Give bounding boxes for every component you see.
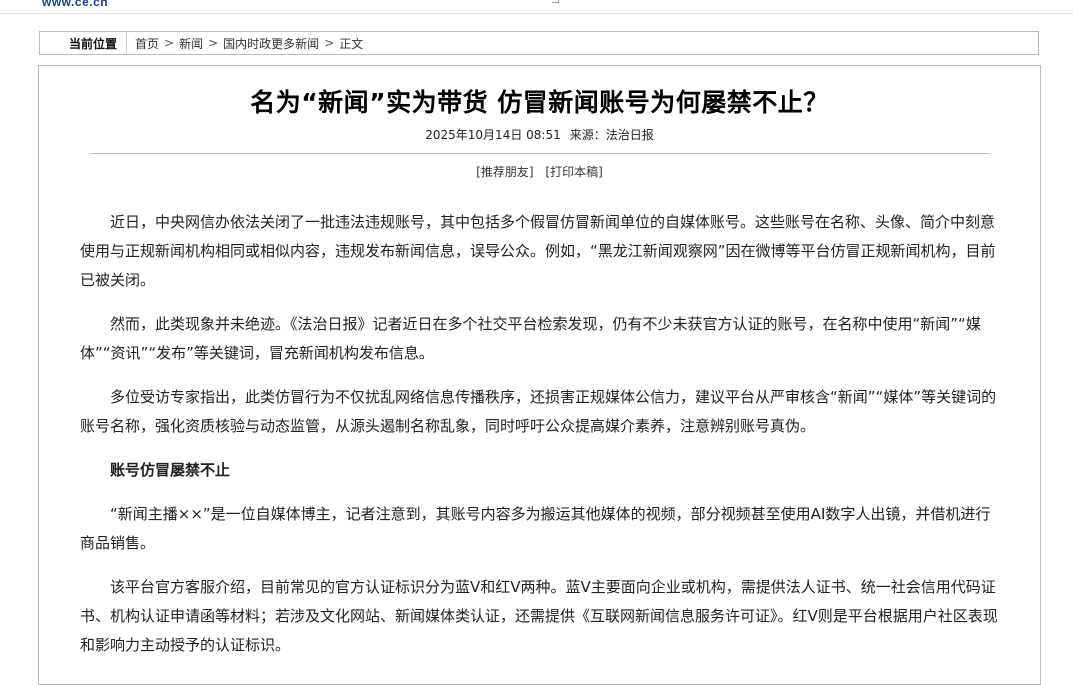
article-paragraph: 该平台官方客服介绍，目前常见的官方认证标识分为蓝V和红V两种。蓝V主要面向企业或… <box>80 578 998 654</box>
breadcrumb: 当前位置 首页 > 新闻 > 国内时政更多新闻 > 正文 <box>39 31 1039 55</box>
breadcrumb-separator: > <box>324 36 335 50</box>
top-strip: www.ce.cn <box>0 0 1073 14</box>
article-meta: 2025年10月14日 08:51 来源：法治日报 <box>39 126 1040 143</box>
meta-divider <box>90 153 990 154</box>
article-subheading: 账号仿冒屡禁不止 <box>110 461 231 479</box>
breadcrumb-current: 正文 <box>339 36 364 51</box>
article-tools: [推荐朋友] [打印本稿] <box>39 163 1040 180</box>
breadcrumb-separator: > <box>208 36 219 50</box>
article-paragraph: 近日，中央网信办依法关闭了一批违法违规账号，其中包括多个假冒仿冒新闻单位的自媒体… <box>80 213 996 289</box>
article-paragraph: 然而，此类现象并未绝迹。《法治日报》记者近日在多个社交平台检索发现，仍有不少未获… <box>80 315 981 362</box>
print-article-link[interactable]: [打印本稿] <box>545 165 602 179</box>
article-title: 名为“新闻”实为带货 仿冒新闻账号为何屡禁不止？ <box>250 88 829 117</box>
top-mark <box>552 0 559 3</box>
article-container: 名为“新闻”实为带货 仿冒新闻账号为何屡禁不止？ 2025年10月14日 08:… <box>38 65 1041 685</box>
article-paragraph: “新闻主播××”是一位自媒体博主，记者注意到，其账号内容多为搬运其他媒体的视频，… <box>80 505 991 552</box>
breadcrumb-home-link[interactable]: 首页 <box>135 35 159 52</box>
breadcrumb-news-link[interactable]: 新闻 <box>179 35 203 52</box>
breadcrumb-separator: > <box>164 36 175 50</box>
breadcrumb-trail: 首页 > 新闻 > 国内时政更多新闻 > 正文 <box>127 35 363 52</box>
article-body: 近日，中央网信办依法关闭了一批违法违规账号，其中包括多个假冒仿冒新闻单位的自媒体… <box>80 208 1000 675</box>
article-paragraph: 多位受访专家指出，此类仿冒行为不仅扰乱网络信息传播秩序，还损害正规媒体公信力，建… <box>80 388 997 435</box>
breadcrumb-label: 当前位置 <box>40 32 128 54</box>
article-date: 2025年10月14日 08:51 <box>425 128 561 142</box>
article-source: 来源：法治日报 <box>569 128 654 142</box>
breadcrumb-domestic-news-link[interactable]: 国内时政更多新闻 <box>223 35 319 52</box>
recommend-friend-link[interactable]: [推荐朋友] <box>476 165 533 179</box>
site-logo[interactable]: www.ce.cn <box>42 0 108 9</box>
top-divider <box>0 13 1073 14</box>
